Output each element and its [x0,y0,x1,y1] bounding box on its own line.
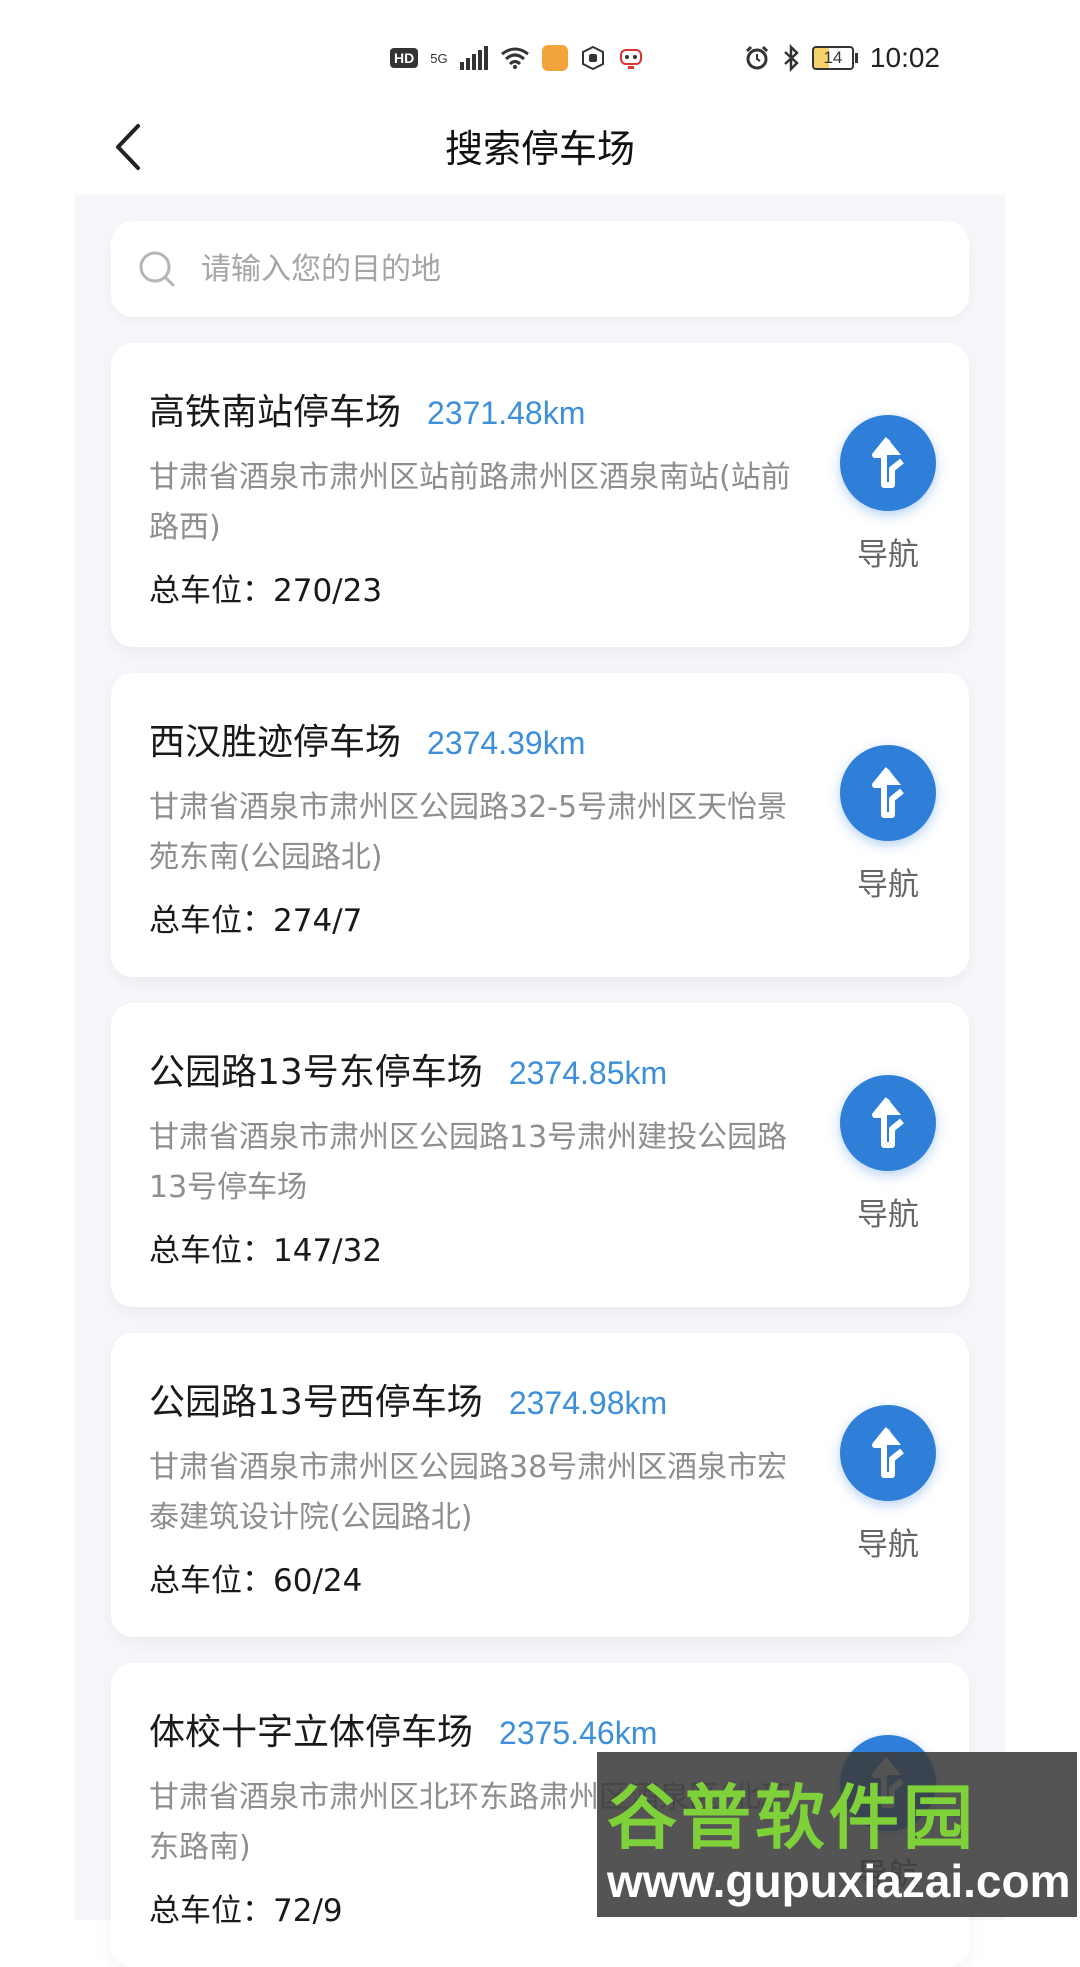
robot-icon [619,49,642,69]
top-bar: 搜索停车场 [0,100,1080,190]
parking-address: 甘肃省酒泉市肃州区公园路32-5号肃州区天怡景苑东南(公园路北) [149,790,788,875]
parking-name: 西汉胜迹停车场 [149,722,402,763]
navigate-button[interactable]: 导航 [838,415,938,585]
status-icons-left: HD 5G [390,40,644,76]
navigate-button[interactable]: 导航 [838,745,938,915]
navigate-label: 导航 [857,537,919,573]
page-title: 搜索停车场 [444,127,635,171]
watermark: 谷普软件园 www.gupuxiazai.com [597,1752,1077,1917]
parking-distance: 2371.48km [427,395,586,431]
watermark-brand: 谷普软件园 [607,1777,977,1859]
parking-name-row: 公园路13号西停车场 2374.98km [149,1373,667,1425]
parking-distance: 2374.39km [427,725,586,761]
search-bar[interactable] [111,221,969,317]
parking-address: 甘肃省酒泉市肃州区站前路肃州区酒泉南站(站前路西) [149,460,791,545]
content-panel: 高铁南站停车场 2371.48km 甘肃省酒泉市肃州区站前路肃州区酒泉南站(站前路… [75,195,1005,1967]
parking-slots: 总车位：60/24 [149,1563,363,1599]
parking-name: 公园路13号西停车场 [149,1382,483,1423]
search-icon [139,251,175,287]
parking-address: 甘肃省酒泉市肃州区公园路38号肃州区酒泉市宏泰建筑设计院(公园路北) [149,1450,788,1535]
status-bar: HD 5G 14 10:02 [0,0,1080,110]
navigation-arrow-icon[interactable] [840,1075,936,1171]
parking-name: 公园路13号东停车场 [149,1052,483,1093]
navigation-arrow-icon[interactable] [840,415,936,511]
parking-distance: 2374.85km [508,1055,668,1091]
parking-slots: 总车位：270/23 [149,573,383,609]
navigate-label: 导航 [857,867,919,903]
parking-slots: 总车位：72/9 [149,1893,343,1929]
parking-distance: 2375.46km [499,1715,658,1751]
status-icons-right: 14 10:02 [744,40,940,76]
parking-slots: 总车位：274/7 [149,903,363,939]
app-notification-icon [541,45,568,71]
network-type: 5G [430,50,448,66]
navigate-label: 导航 [857,1197,919,1233]
parking-card[interactable]: 公园路13号东停车场 2374.85km 甘肃省酒泉市肃州区公园路13号肃州建投公… [111,1003,969,1307]
parking-slots: 总车位：147/32 [149,1233,383,1269]
signal-icon [459,46,488,70]
navigation-arrow-icon[interactable] [840,745,936,841]
bluetooth-icon [784,44,799,72]
navigation-arrow-icon[interactable] [840,1405,936,1501]
watermark-url: www.gupuxiazai.com [607,1855,1071,1907]
hand-icon [581,45,604,71]
parking-card[interactable]: 公园路13号西停车场 2374.98km 甘肃省酒泉市肃州区公园路38号肃州区酒泉… [111,1333,969,1637]
parking-card[interactable]: 高铁南站停车场 2371.48km 甘肃省酒泉市肃州区站前路肃州区酒泉南站(站前路… [111,343,969,647]
alarm-icon [745,45,768,70]
clock: 10:02 [869,42,940,73]
battery-icon: 14 [811,46,858,70]
battery-level: 14 [811,46,854,70]
navigate-button[interactable]: 导航 [838,1405,938,1575]
parking-name: 高铁南站停车场 [149,392,402,433]
wifi-icon [500,47,529,69]
parking-name-row: 体校十字立体停车场 2375.46km [149,1703,657,1755]
navigate-label: 导航 [857,1527,919,1563]
parking-name-row: 西汉胜迹停车场 2374.39km [149,713,585,765]
parking-name-row: 公园路13号东停车场 2374.85km [149,1043,667,1095]
search-input[interactable] [201,239,901,299]
parking-name: 体校十字立体停车场 [149,1712,474,1753]
navigate-button[interactable]: 导航 [838,1075,938,1245]
hd-badge: HD [390,48,419,68]
parking-address: 甘肃省酒泉市肃州区公园路13号肃州建投公园路13号停车场 [149,1120,788,1205]
parking-name-row: 高铁南站停车场 2371.48km [149,383,585,435]
parking-distance: 2374.98km [508,1385,668,1421]
parking-card[interactable]: 西汉胜迹停车场 2374.39km 甘肃省酒泉市肃州区公园路32-5号肃州区天怡景… [111,673,969,977]
